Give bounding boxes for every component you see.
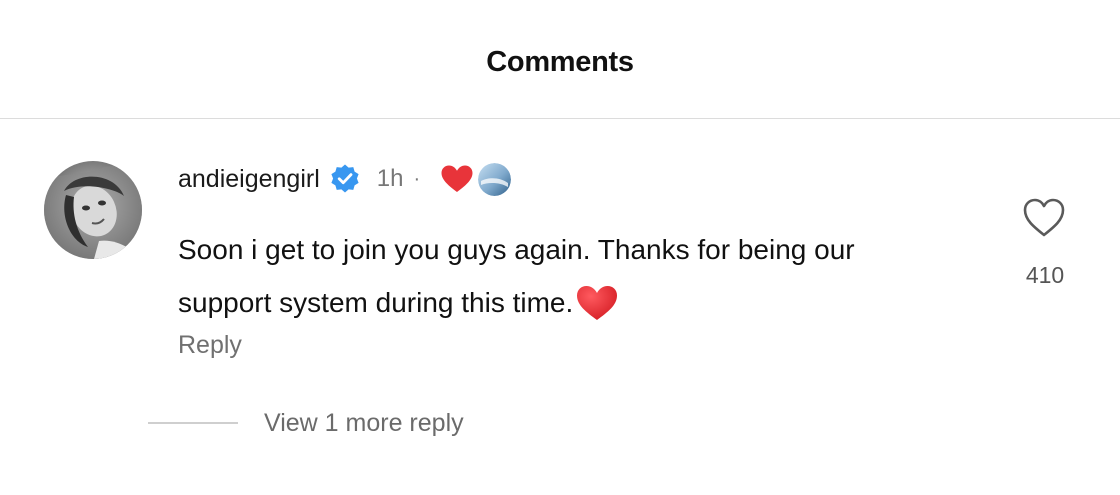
separator-dot: · [413, 167, 421, 190]
comment-text: Soon i get to join you guys again. Thank… [178, 223, 938, 329]
like-count: 410 [1025, 262, 1065, 288]
comment-item: andieigengirl 1h · Soon i get to join yo… [0, 119, 1120, 495]
comments-page: Comments andieigengirl 1h · Soon i get t… [0, 0, 1120, 495]
comment-meta: andieigengirl 1h · [178, 159, 512, 199]
heart-outline-icon[interactable] [1022, 197, 1066, 239]
comment-body: Soon i get to join you guys again. Thank… [178, 234, 855, 318]
creator-avatar [478, 162, 512, 196]
reply-button[interactable]: Reply [178, 331, 242, 360]
verified-badge-icon [329, 163, 361, 195]
divider-line [148, 422, 238, 424]
avatar[interactable] [44, 161, 142, 259]
view-more-replies-label[interactable]: View 1 more reply [264, 409, 464, 438]
comments-header: Comments [0, 0, 1120, 119]
view-more-replies-button[interactable]: View 1 more reply [148, 405, 464, 441]
red-heart-emoji [575, 284, 619, 322]
red-heart-icon [440, 164, 474, 194]
page-title: Comments [486, 46, 634, 78]
comment-time: 1h [376, 165, 404, 192]
username[interactable]: andieigengirl [178, 165, 320, 194]
